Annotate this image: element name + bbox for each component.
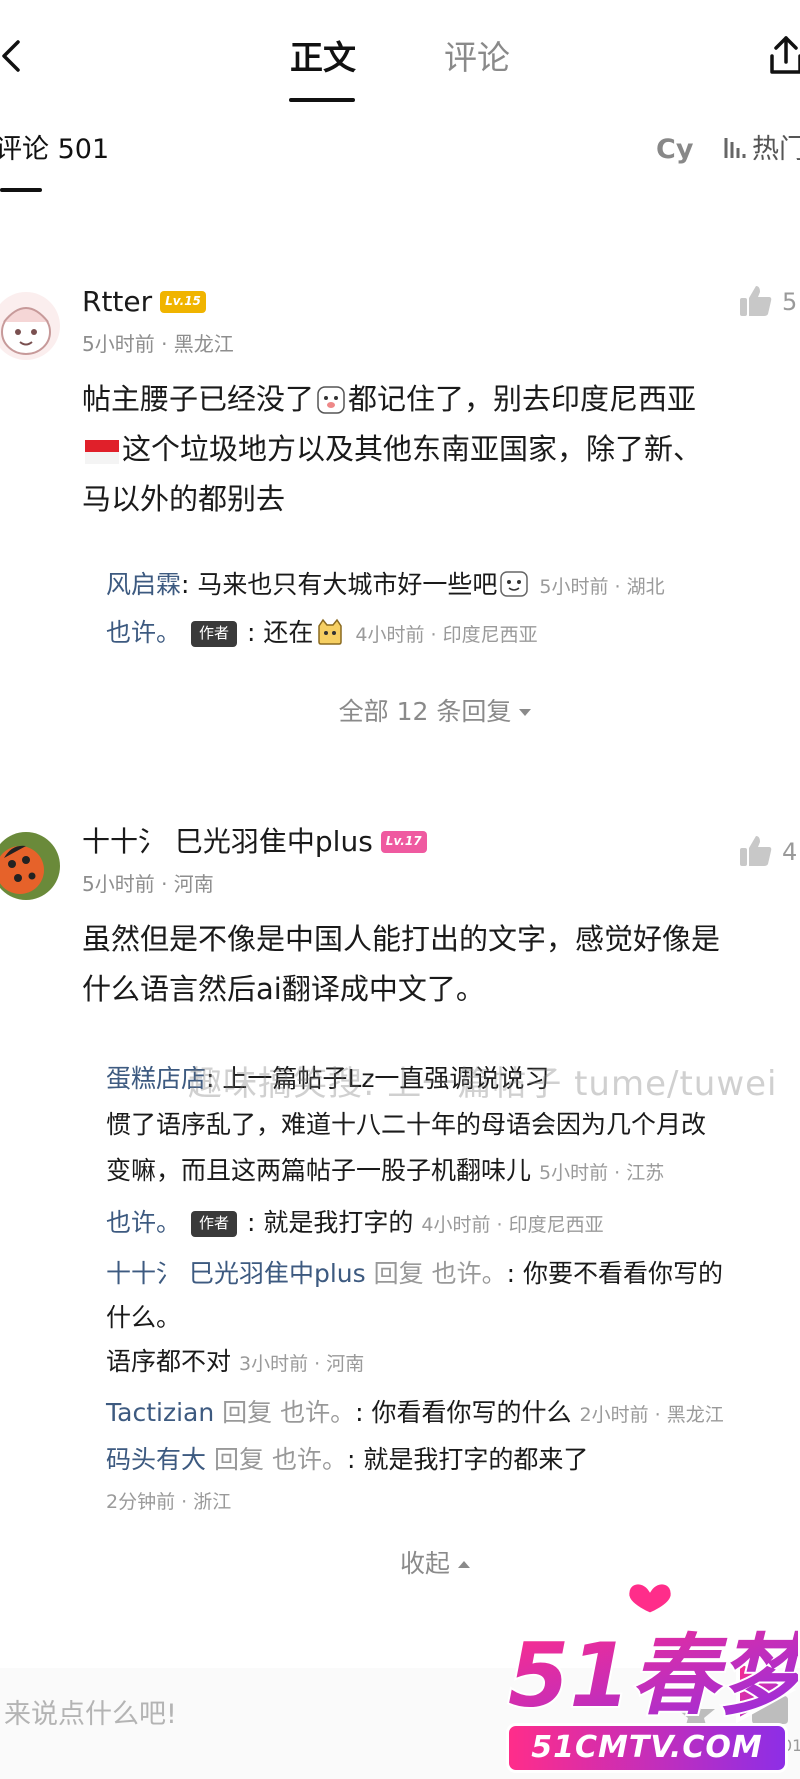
comment-body: 虽然但是不像是中国人能打出的文字，感觉好像是 什么语言然后ai翻译成中文了。 [82, 914, 794, 1014]
comment-line: 帖主腰子已经没了 都记住了，别去印度尼西亚 [82, 374, 794, 424]
site-url-badge: 51CMTV.COM [506, 1723, 788, 1773]
reply-meta: 2小时前 · 黑龙江 [579, 1404, 724, 1426]
reply-meta: 4小时前 · 印度尼西亚 [421, 1214, 604, 1236]
reply-text: : 你要不看看你写的 [506, 1259, 723, 1288]
comment-item: 十十氵 巳光羽隹中plus Lv.17 5小时前 · 河南 4 虽然但是不像是中国… [0, 818, 800, 1598]
comment-line: 这个垃圾地方以及其他东南亚国家，除了新、 [82, 424, 794, 474]
tab-bar: 正文 评论 [0, 30, 800, 110]
like-count: 5 [782, 288, 798, 316]
expand-replies-button[interactable]: 全部 12 条回复 [0, 692, 800, 732]
comment-item: Rtter Lv.15 5小时前 · 黑龙江 5 帖主腰子已经没了 都记住了，别去印… [0, 270, 800, 740]
reply-text: : 你看看你写的什么 [355, 1398, 572, 1427]
reply-text: : 还在 [247, 618, 314, 647]
heart-icon [626, 1581, 674, 1616]
author-tag: 作者 [191, 621, 238, 647]
reply-item[interactable]: Tactizian 回复 也许。: 你看看你写的什么 2小时前 · 黑龙江 [106, 1390, 796, 1438]
tab-main-text[interactable]: 正文 [290, 34, 356, 82]
site-url-text: 51CMTV.COM [531, 1730, 763, 1765]
smile-emoji-icon [500, 567, 529, 597]
reply-text: : 就是我打字的都来了 [346, 1445, 589, 1474]
reply-username[interactable]: Tactizian [106, 1398, 214, 1427]
reply-username[interactable]: 也许。 [106, 1208, 181, 1237]
reply-item[interactable]: 码头有大 回复 也许。: 就是我打字的都来了 2分钟前 · 浙江 [106, 1440, 796, 1522]
avatar[interactable] [0, 292, 60, 360]
level-badge: Lv.17 [380, 831, 427, 853]
username[interactable]: 十十氵 巳光羽隹中plus Lv.17 [82, 822, 427, 862]
reply-text: 惯了语序乱了，难道十八二十年的母语会因为几个月改 [106, 1110, 707, 1139]
reply-username[interactable]: 也许。 [106, 618, 181, 647]
cat-emoji-icon [316, 615, 344, 645]
comment-meta: 5小时前 · 黑龙江 [82, 332, 234, 356]
username-text: 十十氵 巳光羽隹中plus [82, 825, 373, 858]
reply-word: 回复 [222, 1398, 273, 1427]
like-count: 4 [782, 838, 798, 866]
comment-subheader: 评论 501 Cy 热门 [0, 130, 800, 200]
ladybug-icon [0, 832, 60, 900]
reply-text: 语序都不对 [106, 1347, 232, 1376]
reply-to[interactable]: 也许。 [432, 1259, 507, 1288]
collapse-label: 收起 [399, 1549, 450, 1578]
cartoon-face-icon [0, 292, 60, 360]
reply-text: : 就是我打字的 [247, 1208, 414, 1237]
reply-meta: 5小时前 · 江苏 [539, 1162, 665, 1184]
tab-active-underline [289, 98, 355, 102]
comment-input[interactable]: 来说点什么吧! [4, 1694, 177, 1736]
reply-username[interactable]: 十十氵 巳光羽隹中plus [106, 1259, 366, 1288]
reply-to[interactable]: 也许。 [280, 1398, 355, 1427]
comment-line: 马以外的都别去 [82, 482, 286, 516]
reply-meta: 2分钟前 · 浙江 [106, 1491, 232, 1513]
reply-username[interactable]: 码头有大 [106, 1445, 206, 1474]
username-text: Rtter [82, 285, 153, 318]
level-badge: Lv.15 [160, 291, 206, 313]
reply-username[interactable]: 风启霖 [106, 570, 181, 599]
username[interactable]: Rtter Lv.15 [82, 282, 206, 322]
comment-line: 虽然但是不像是中国人能打出的文字，感觉好像是 [82, 922, 721, 956]
logo-text: 51春梦 [508, 1624, 798, 1727]
sort-hot-button[interactable]: 热门 [722, 130, 800, 170]
reply-item[interactable]: 风启霖: 马来也只有大城市好一些吧 5小时前 · 湖北 [106, 562, 796, 610]
reply-meta: 3小时前 · 河南 [239, 1353, 365, 1375]
reply-meta: 4小时前 · 印度尼西亚 [355, 624, 538, 646]
share-icon[interactable] [766, 34, 800, 78]
reply-list: 蛋糕店店: 上一篇帖子Lz一直强调说说习 惯了语序乱了，难道十八二十年的母语会因… [84, 1056, 800, 1556]
sort-icon [724, 138, 746, 158]
thumbs-up-icon [740, 836, 772, 866]
comment-body: 帖主腰子已经没了 都记住了，别去印度尼西亚 这个垃圾地方以及其他东南亚国家，除了新… [82, 374, 794, 524]
count-underline [0, 188, 42, 192]
tab-comments[interactable]: 评论 [444, 34, 510, 82]
comment-line: 什么语言然后ai翻译成中文了。 [82, 972, 485, 1006]
reply-text: 变嘛，而且这两篇帖子一股子机翻味儿 [106, 1156, 532, 1185]
reply-text: 什么。 [106, 1303, 182, 1332]
reply-item[interactable]: 十十氵 巳光羽隹中plus 回复 也许。: 你要不看看你写的 什么。 语序都不对… [106, 1252, 796, 1386]
author-tag: 作者 [191, 1211, 238, 1237]
expand-replies-label: 全部 12 条回复 [338, 697, 512, 726]
comment-meta: 5小时前 · 河南 [82, 872, 214, 896]
avatar[interactable] [0, 832, 60, 900]
indonesia-flag-icon [85, 429, 119, 464]
chevron-down-icon [519, 709, 532, 716]
reply-to[interactable]: 也许。 [272, 1445, 347, 1474]
reply-word: 回复 [373, 1259, 424, 1288]
reply-text: : 马来也只有大城市好一些吧 [181, 570, 498, 599]
like-button[interactable]: 4 [738, 834, 800, 874]
cy-label[interactable]: Cy [656, 130, 693, 170]
dog-emoji-icon [317, 379, 345, 414]
like-button[interactable]: 5 [738, 284, 800, 324]
reply-item[interactable]: 也许。 作者 : 还在 4小时前 · 印度尼西亚 [106, 610, 796, 658]
thumbs-up-icon [740, 286, 772, 316]
top-bar: 正文 评论 [0, 0, 800, 110]
watermark-text: 趣味搞笑搜: 上一篇帖子 tume/tuwei [188, 1064, 778, 1104]
sort-label: 热门 [752, 134, 800, 165]
comment-count: 评论 501 [0, 134, 110, 165]
reply-meta: 5小时前 · 湖北 [539, 576, 665, 598]
reply-item[interactable]: 也许。 作者 : 就是我打字的 4小时前 · 印度尼西亚 [106, 1200, 796, 1248]
chevron-up-icon [458, 1561, 470, 1568]
reply-word: 回复 [213, 1445, 264, 1474]
